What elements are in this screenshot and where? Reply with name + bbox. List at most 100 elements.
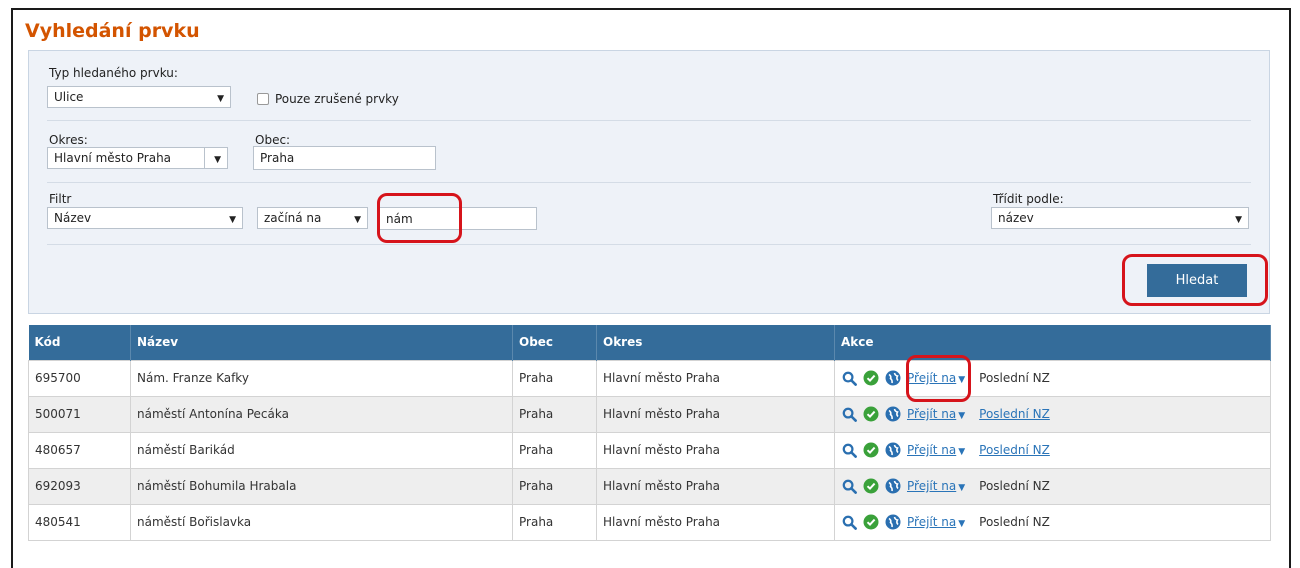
page-title: Vyhledání prvku [25, 20, 200, 42]
goto-link[interactable]: Přejít na [907, 479, 956, 493]
last-nz-link: Poslední NZ [979, 371, 1050, 385]
check-circle-icon[interactable] [863, 514, 879, 530]
okres-cell: Hlavní město Praha [596, 431, 835, 469]
okres-select[interactable]: Hlavní město Praha ▼ [47, 147, 228, 169]
okres-cell: Hlavní město Praha [596, 359, 835, 397]
col-header-nazev[interactable]: Název [130, 325, 513, 360]
name-cell: náměstí Antonína Pecáka [130, 395, 513, 433]
obec-cell: Praha [512, 467, 597, 505]
globe-icon[interactable] [885, 514, 901, 530]
chevron-down-icon: ▼ [354, 215, 361, 225]
okres-select-value: Hlavní město Praha [54, 151, 172, 165]
obec-cell: Praha [512, 431, 597, 469]
type-label: Typ hledaného prvku: [49, 66, 178, 80]
name-cell: náměstí Barikád [130, 431, 513, 469]
goto-dropdown[interactable]: Přejít na ▼ [907, 443, 965, 457]
last-nz-link[interactable]: Poslední NZ [979, 407, 1050, 421]
check-circle-icon[interactable] [863, 370, 879, 386]
search-icon[interactable] [841, 406, 857, 422]
chevron-down-icon: ▼ [1235, 215, 1242, 225]
sort-label: Třídit podle: [993, 192, 1064, 206]
caret-down-icon[interactable]: ▼ [958, 483, 965, 493]
search-icon[interactable] [841, 478, 857, 494]
chevron-down-icon: ▼ [214, 155, 221, 165]
okres-label: Okres: [49, 133, 88, 147]
filter-label: Filtr [49, 192, 72, 206]
filter-text-input[interactable]: nám [379, 207, 537, 230]
divider [47, 182, 1251, 183]
caret-down-icon[interactable]: ▼ [958, 519, 965, 529]
cancelled-only-checkbox[interactable] [257, 93, 269, 105]
sort-select[interactable]: název ▼ [991, 207, 1249, 229]
obec-cell: Praha [512, 395, 597, 433]
table-row[interactable]: 480541 náměstí Bořislavka Praha Hlavní měst… [28, 503, 1271, 541]
col-header-okres[interactable]: Okres [596, 325, 835, 360]
actions-cell: Přejít na ▼ Poslední NZ [834, 467, 1271, 505]
goto-link[interactable]: Přejít na [907, 407, 956, 421]
goto-dropdown[interactable]: Přejít na ▼ [907, 371, 965, 385]
check-circle-icon[interactable] [863, 478, 879, 494]
goto-dropdown[interactable]: Přejít na ▼ [907, 407, 965, 421]
caret-down-icon[interactable]: ▼ [958, 447, 965, 457]
filter-text-input-value: nám [386, 212, 413, 226]
okres-cell: Hlavní město Praha [596, 467, 835, 505]
globe-icon[interactable] [885, 442, 901, 458]
filter-operator-select-value: začíná na [264, 211, 322, 225]
caret-down-icon[interactable]: ▼ [958, 375, 965, 385]
actions-cell: Přejít na ▼ Poslední NZ [834, 503, 1271, 541]
okres-cell: Hlavní město Praha [596, 503, 835, 541]
filter-field-select[interactable]: Název ▼ [47, 207, 243, 229]
col-header-kod[interactable]: Kód [28, 325, 131, 360]
table-row[interactable]: 692093 náměstí Bohumila Hrabala Praha Hlavn… [28, 467, 1271, 505]
obec-input[interactable]: Praha [253, 146, 436, 170]
obec-input-value: Praha [260, 151, 295, 165]
goto-link[interactable]: Přejít na [907, 443, 956, 457]
obec-cell: Praha [512, 503, 597, 541]
goto-link[interactable]: Přejít na [907, 515, 956, 529]
search-icon[interactable] [841, 514, 857, 530]
divider [47, 120, 1251, 121]
code-cell: 500071 [28, 395, 131, 433]
caret-down-icon[interactable]: ▼ [958, 411, 965, 421]
table-row[interactable]: 480657 náměstí Barikád Praha Hlavní město P… [28, 431, 1271, 469]
globe-icon[interactable] [885, 406, 901, 422]
table-row[interactable]: 695700 Nám. Franze Kafky Praha Hlavní město… [28, 359, 1271, 397]
globe-icon[interactable] [885, 478, 901, 494]
search-filter-panel: Typ hledaného prvku: Ulice ▼ Pouze zruše… [28, 50, 1270, 314]
search-icon[interactable] [841, 370, 857, 386]
table-header-row: Kód Název Obec Okres Akce [28, 325, 1271, 360]
code-cell: 695700 [28, 359, 131, 397]
actions-cell: Přejít na ▼ Poslední NZ [834, 359, 1271, 397]
code-cell: 480657 [28, 431, 131, 469]
type-select-value: Ulice [54, 90, 84, 104]
code-cell: 692093 [28, 467, 131, 505]
globe-icon[interactable] [885, 370, 901, 386]
goto-link[interactable]: Přejít na [907, 371, 956, 385]
chevron-down-icon: ▼ [229, 215, 236, 225]
col-header-obec[interactable]: Obec [512, 325, 597, 360]
goto-dropdown[interactable]: Přejít na ▼ [907, 515, 965, 529]
code-cell: 480541 [28, 503, 131, 541]
name-cell: náměstí Bořislavka [130, 503, 513, 541]
search-icon[interactable] [841, 442, 857, 458]
goto-dropdown[interactable]: Přejít na ▼ [907, 479, 965, 493]
divider [47, 244, 1251, 245]
filter-operator-select[interactable]: začíná na ▼ [257, 207, 368, 229]
check-circle-icon[interactable] [863, 442, 879, 458]
check-circle-icon[interactable] [863, 406, 879, 422]
last-nz-link: Poslední NZ [979, 479, 1050, 493]
select-separator [204, 148, 205, 168]
okres-cell: Hlavní město Praha [596, 395, 835, 433]
last-nz-link[interactable]: Poslední NZ [979, 443, 1050, 457]
obec-label: Obec: [255, 133, 291, 147]
name-cell: náměstí Bohumila Hrabala [130, 467, 513, 505]
type-select[interactable]: Ulice ▼ [47, 86, 231, 108]
col-header-akce: Akce [834, 325, 1271, 360]
name-cell: Nám. Franze Kafky [130, 359, 513, 397]
filter-field-select-value: Název [54, 211, 92, 225]
search-button[interactable]: Hledat [1147, 264, 1247, 297]
results-table: Kód Název Obec Okres Akce 695700 Nám. Fra… [28, 325, 1271, 541]
table-row[interactable]: 500071 náměstí Antonína Pecáka Praha Hlavní… [28, 395, 1271, 433]
obec-cell: Praha [512, 359, 597, 397]
actions-cell: Přejít na ▼ Poslední NZ [834, 395, 1271, 433]
